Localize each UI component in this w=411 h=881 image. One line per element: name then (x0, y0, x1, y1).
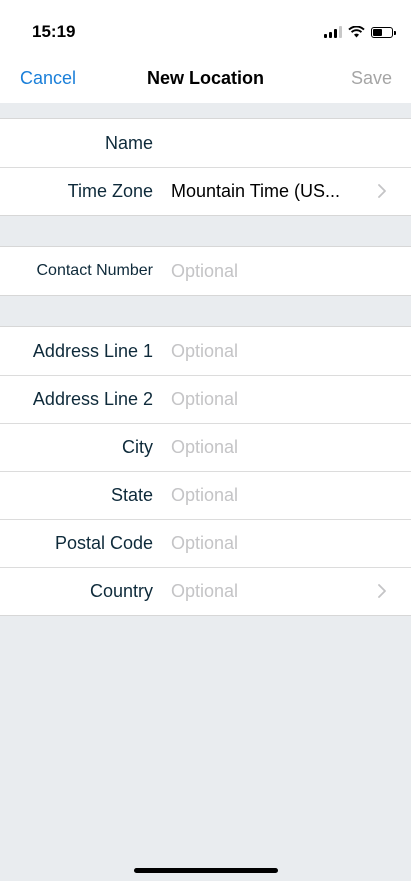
city-row[interactable]: City Optional (0, 423, 411, 471)
city-field[interactable]: Optional (171, 437, 411, 458)
status-icons (324, 24, 396, 40)
contact-number-label: Contact Number (36, 262, 154, 279)
status-time: 15:19 (32, 22, 76, 41)
status-bar: 15:19 (0, 0, 411, 62)
battery-icon (371, 26, 396, 38)
address-line-2-row[interactable]: Address Line 2 Optional (0, 375, 411, 423)
city-label: City (122, 436, 153, 457)
address-line-1-field[interactable]: Optional (171, 341, 411, 362)
time-zone-row[interactable]: Time Zone Mountain Time (US... (0, 167, 411, 215)
name-row[interactable]: Name (0, 119, 411, 167)
chevron-right-icon (378, 584, 386, 598)
chevron-right-icon (378, 184, 386, 198)
address-line-2-label: Address Line 2 (32, 388, 153, 409)
time-zone-label: Time Zone (67, 180, 153, 201)
postal-code-field[interactable]: Optional (171, 533, 411, 554)
wifi-icon (348, 26, 365, 38)
country-label: Country (89, 580, 153, 601)
save-button[interactable]: Save (351, 68, 392, 89)
contact-number-field[interactable]: Optional (171, 261, 411, 282)
state-row[interactable]: State Optional (0, 471, 411, 519)
general-section: Name Time Zone Mountain Time (US... (0, 118, 411, 216)
address-line-1-label: Address Line 1 (32, 340, 153, 361)
navigation-bar: Cancel New Location Save (0, 62, 411, 103)
name-label: Name (104, 132, 153, 153)
page-title: New Location (146, 68, 264, 88)
postal-code-row[interactable]: Postal Code Optional (0, 519, 411, 567)
cellular-signal-icon (324, 26, 342, 38)
address-line-1-row[interactable]: Address Line 1 Optional (0, 327, 411, 375)
country-row[interactable]: Country Optional (0, 567, 411, 615)
section-spacer (0, 103, 411, 118)
state-field[interactable]: Optional (171, 485, 411, 506)
postal-code-label: Postal Code (54, 532, 153, 553)
address-line-2-field[interactable]: Optional (171, 389, 411, 410)
contact-number-row[interactable]: Contact Number Optional (0, 247, 411, 295)
address-section: Address Line 1 Optional Address Line 2 O… (0, 326, 411, 616)
state-label: State (110, 484, 153, 505)
home-indicator[interactable] (134, 868, 278, 873)
contact-section: Contact Number Optional (0, 246, 411, 296)
